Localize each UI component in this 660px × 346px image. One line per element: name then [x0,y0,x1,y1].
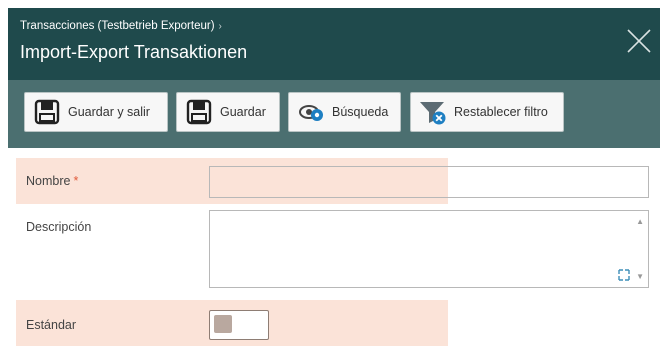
reset-filter-button[interactable]: Restablecer filtro [410,92,564,132]
save-icon [33,98,61,126]
nombre-label: Nombre * [26,174,78,188]
search-label: Búsqueda [332,105,389,119]
estandar-toggle[interactable] [209,310,269,340]
breadcrumb-separator: › [218,21,222,32]
save-label: Guardar [220,105,266,119]
scroll-down-arrow[interactable]: ▼ [636,272,644,281]
toggle-knob [214,315,232,333]
close-icon [627,29,651,53]
save-button[interactable]: Guardar [176,92,280,132]
dialog-window: Transacciones (Testbetrieb Exporteur) › I… [0,0,660,346]
dialog-header: Transacciones (Testbetrieb Exporteur) › I… [8,8,660,80]
descripcion-textarea[interactable]: ▲ ▼ [209,210,649,288]
nombre-input[interactable] [209,166,649,198]
save-icon [185,98,213,126]
scroll-up-arrow[interactable]: ▲ [636,217,644,226]
descripcion-label: Descripción [26,220,92,234]
breadcrumb-link[interactable]: Transacciones (Testbetrieb Exporteur) [20,20,215,32]
search-button[interactable]: Búsqueda [288,92,401,132]
save-and-exit-button[interactable]: Guardar y salir [24,92,168,132]
toolbar: Guardar y salir Guardar Búsqueda Restabl… [8,80,660,148]
estandar-label: Estándar [26,318,77,332]
binoculars-icon [297,98,325,126]
expand-icon[interactable] [618,269,630,281]
reset-filter-label: Restablecer filtro [454,105,548,119]
required-marker: * [73,174,79,188]
page-title: Import-Export Transaktionen [20,42,248,62]
breadcrumb[interactable]: Transacciones (Testbetrieb Exporteur) › [20,20,222,32]
form-area: Nombre * Descripción ▲ ▼ Estándar [8,148,660,346]
filter-reset-icon [419,98,447,126]
nombre-label-text: Nombre [26,174,71,188]
save-and-exit-label: Guardar y salir [68,105,150,119]
close-button[interactable] [624,26,654,56]
